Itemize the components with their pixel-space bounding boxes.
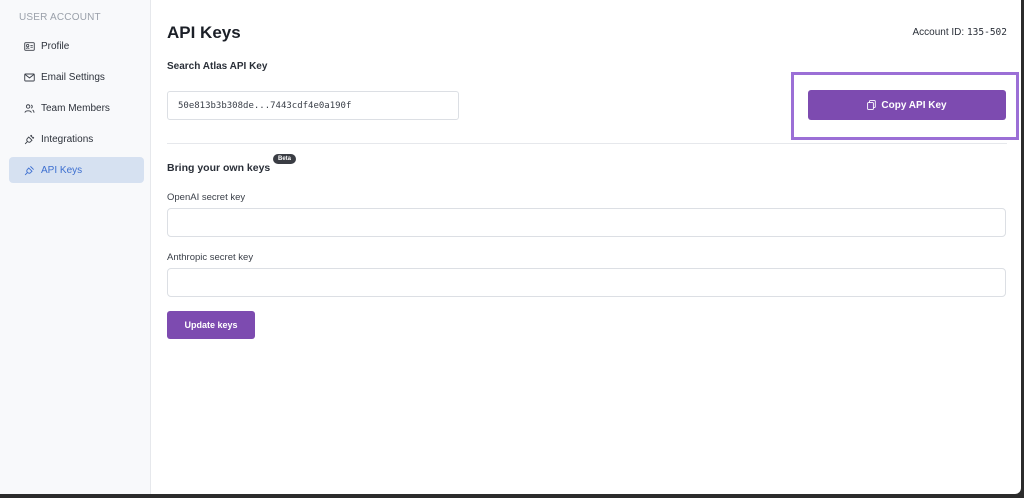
sidebar-item-team-members[interactable]: Team Members — [9, 95, 144, 121]
envelope-icon — [24, 72, 35, 83]
sidebar-item-api-keys[interactable]: API Keys — [9, 157, 144, 183]
atlas-api-key-label: Search Atlas API Key — [167, 61, 268, 72]
sidebar-nav: Profile Email Settings Team Members Inte… — [9, 33, 144, 188]
sidebar-item-label: Profile — [41, 40, 70, 52]
sidebar-item-label: Team Members — [41, 102, 110, 114]
id-card-icon — [24, 41, 35, 52]
beta-badge: Beta — [273, 154, 297, 164]
copy-api-key-button[interactable]: Copy API Key — [808, 90, 1006, 120]
byok-label: Bring your own keys — [167, 162, 271, 174]
section-divider — [167, 143, 1007, 144]
page-title: API Keys — [167, 23, 241, 42]
account-id: Account ID: 135-502 — [912, 27, 1007, 38]
openai-key-input[interactable] — [167, 208, 1006, 237]
sidebar-heading: USER ACCOUNT — [19, 12, 101, 23]
sidebar-item-integrations[interactable]: Integrations — [9, 126, 144, 152]
anthropic-key-input[interactable] — [167, 268, 1006, 297]
users-icon — [24, 103, 35, 114]
app-window: USER ACCOUNT Profile Email Settings Team… — [0, 0, 1021, 494]
update-keys-button[interactable]: Update keys — [167, 311, 255, 339]
account-id-label: Account ID: — [912, 27, 965, 38]
sidebar-item-label: Email Settings — [41, 71, 105, 83]
copy-icon — [867, 100, 877, 110]
main-content: API Keys Account ID: 135-502 Search Atla… — [151, 0, 1021, 494]
sidebar-item-profile[interactable]: Profile — [9, 33, 144, 59]
key-icon — [24, 165, 35, 176]
sidebar-item-label: API Keys — [41, 164, 83, 176]
sidebar: USER ACCOUNT Profile Email Settings Team… — [0, 0, 151, 494]
anthropic-key-label: Anthropic secret key — [167, 252, 254, 263]
account-id-value: 135-502 — [966, 27, 1007, 38]
plug-icon — [24, 134, 35, 145]
atlas-api-key-field[interactable]: 50e813b3b308de...7443cdf4e0a190f — [167, 91, 459, 120]
openai-key-label: OpenAI secret key — [167, 192, 246, 203]
sidebar-item-email-settings[interactable]: Email Settings — [9, 64, 144, 90]
sidebar-item-label: Integrations — [41, 133, 94, 145]
copy-api-key-label: Copy API Key — [881, 99, 947, 111]
